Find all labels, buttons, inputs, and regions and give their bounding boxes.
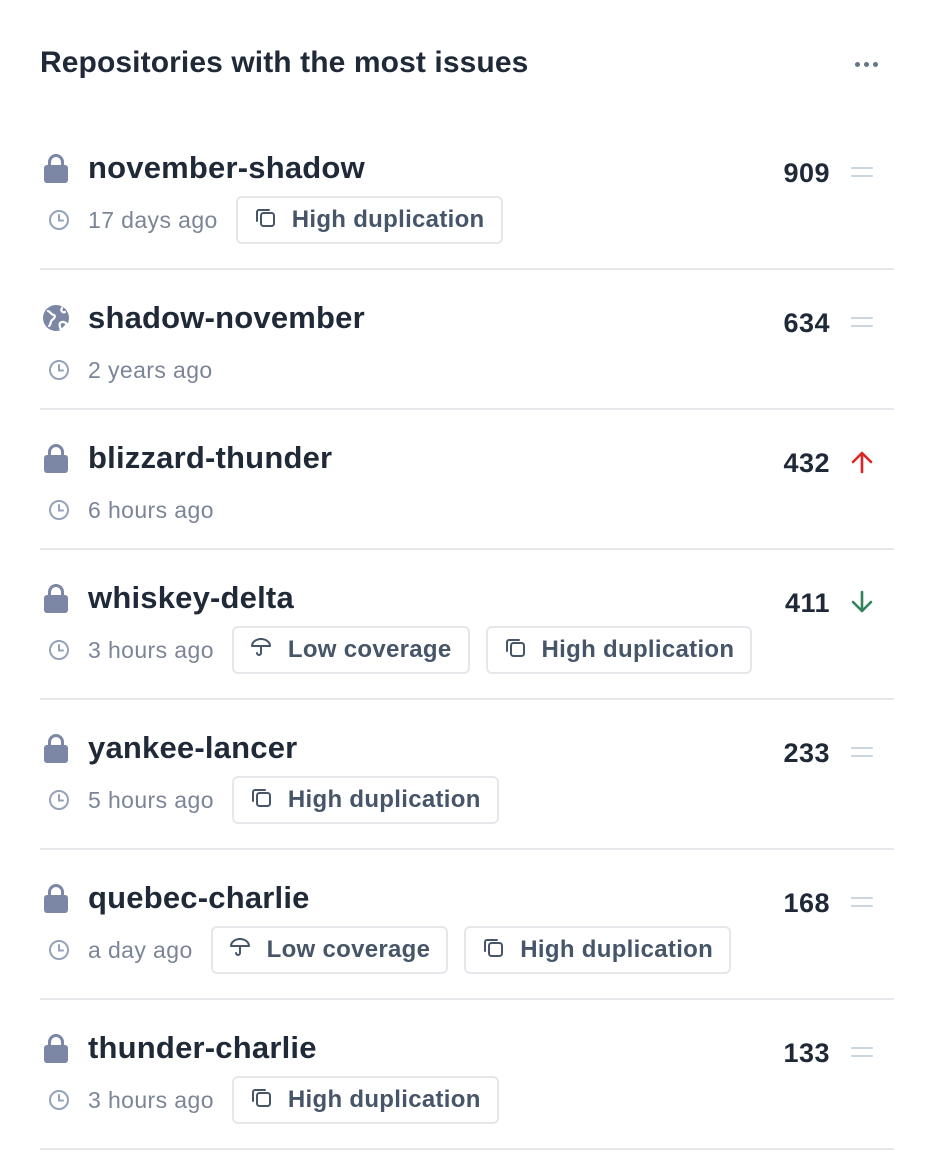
repository-meta: 6 hours ago <box>48 486 232 534</box>
high-duplication-badge[interactable]: High duplication <box>485 626 753 674</box>
last-analysis-time: a day ago <box>88 936 193 963</box>
lock-icon <box>42 582 70 614</box>
more-options-button[interactable] <box>848 48 884 80</box>
issue-count: 168 <box>783 888 830 918</box>
repository-row: quebec-charlie a day ago Low coverage Hi… <box>40 850 894 1000</box>
repository-name-link[interactable]: thunder-charlie <box>88 1030 317 1066</box>
lock-icon <box>42 732 70 764</box>
low-coverage-badge[interactable]: Low coverage <box>231 626 470 674</box>
repository-meta: a day ago Low coverage High duplication <box>48 926 747 974</box>
badge-label: Low coverage <box>266 936 431 963</box>
last-analysis-time: 3 hours ago <box>88 1086 214 1113</box>
umbrella-icon <box>250 636 288 665</box>
last-analysis-time: 17 days ago <box>88 206 218 233</box>
equals-icon <box>850 1040 874 1064</box>
issue-count: 634 <box>783 308 830 338</box>
repository-row: whiskey-delta 3 hours ago Low coverage H… <box>40 550 894 700</box>
last-analysis-time: 3 hours ago <box>88 636 214 663</box>
repository-meta: 17 days ago High duplication <box>48 196 519 244</box>
repository-list: november-shadow 17 days ago High duplica… <box>40 120 894 1150</box>
lock-icon <box>42 152 70 184</box>
clock-icon <box>48 939 70 961</box>
repository-name-link[interactable]: november-shadow <box>88 150 365 186</box>
issue-count: 233 <box>783 738 830 768</box>
last-analysis-time: 6 hours ago <box>88 496 214 523</box>
high-duplication-badge[interactable]: High duplication <box>231 776 499 824</box>
last-analysis-time: 5 hours ago <box>88 786 214 813</box>
equals-icon <box>850 890 874 914</box>
repository-meta: 3 hours ago High duplication <box>48 1076 515 1124</box>
issue-count: 909 <box>783 158 830 188</box>
card-header: Repositories with the most issues <box>40 44 894 88</box>
issue-count: 411 <box>784 588 830 618</box>
equals-icon <box>850 740 874 764</box>
badge-label: High duplication <box>291 206 485 233</box>
equals-icon <box>850 160 874 184</box>
umbrella-icon <box>229 936 267 965</box>
copy-icon <box>482 936 520 965</box>
more-icon <box>854 61 860 67</box>
high-duplication-badge[interactable]: High duplication <box>464 926 732 974</box>
lock-icon <box>42 1032 70 1064</box>
clock-icon <box>48 209 70 231</box>
globe-icon <box>42 302 70 334</box>
repository-row: november-shadow 17 days ago High duplica… <box>40 120 894 270</box>
clock-icon <box>48 789 70 811</box>
clock-icon <box>48 499 70 521</box>
repository-row: yankee-lancer 5 hours ago High duplicati… <box>40 700 894 850</box>
issue-count: 133 <box>783 1038 830 1068</box>
repository-name-link[interactable]: blizzard-thunder <box>88 440 332 476</box>
last-analysis-time: 2 years ago <box>88 356 213 383</box>
badge-label: Low coverage <box>287 636 452 663</box>
equals-icon <box>850 310 874 334</box>
copy-icon <box>504 636 542 665</box>
lock-icon <box>42 882 70 914</box>
repository-meta: 5 hours ago High duplication <box>48 776 515 824</box>
issue-count: 432 <box>783 448 830 478</box>
repository-row: blizzard-thunder 6 hours ago 432 <box>40 410 894 550</box>
high-duplication-badge[interactable]: High duplication <box>231 1076 499 1124</box>
repository-meta: 2 years ago <box>48 346 231 394</box>
repository-meta: 3 hours ago Low coverage High duplicatio… <box>48 626 768 674</box>
repository-name-link[interactable]: shadow-november <box>88 300 365 336</box>
more-icon-dot <box>872 61 878 67</box>
clock-icon <box>48 359 70 381</box>
high-duplication-badge[interactable]: High duplication <box>235 196 503 244</box>
repository-name-link[interactable]: whiskey-delta <box>88 580 294 616</box>
badge-label: High duplication <box>287 1086 481 1113</box>
copy-icon <box>254 206 292 235</box>
repository-row: shadow-november 2 years ago 634 <box>40 270 894 410</box>
card-title: Repositories with the most issues <box>40 46 529 79</box>
more-icon-dot <box>863 61 869 67</box>
arrow-up-icon <box>850 450 874 474</box>
badge-label: High duplication <box>287 786 481 813</box>
copy-icon <box>250 1086 288 1115</box>
repository-name-link[interactable]: quebec-charlie <box>88 880 310 916</box>
badge-label: High duplication <box>520 936 714 963</box>
badge-label: High duplication <box>541 636 735 663</box>
repository-name-link[interactable]: yankee-lancer <box>88 730 297 766</box>
arrow-down-icon <box>850 590 874 614</box>
lock-icon <box>42 442 70 474</box>
repository-row: thunder-charlie 3 hours ago High duplica… <box>40 1000 894 1150</box>
clock-icon <box>48 639 70 661</box>
low-coverage-badge[interactable]: Low coverage <box>210 926 449 974</box>
copy-icon <box>250 786 288 815</box>
clock-icon <box>48 1089 70 1111</box>
